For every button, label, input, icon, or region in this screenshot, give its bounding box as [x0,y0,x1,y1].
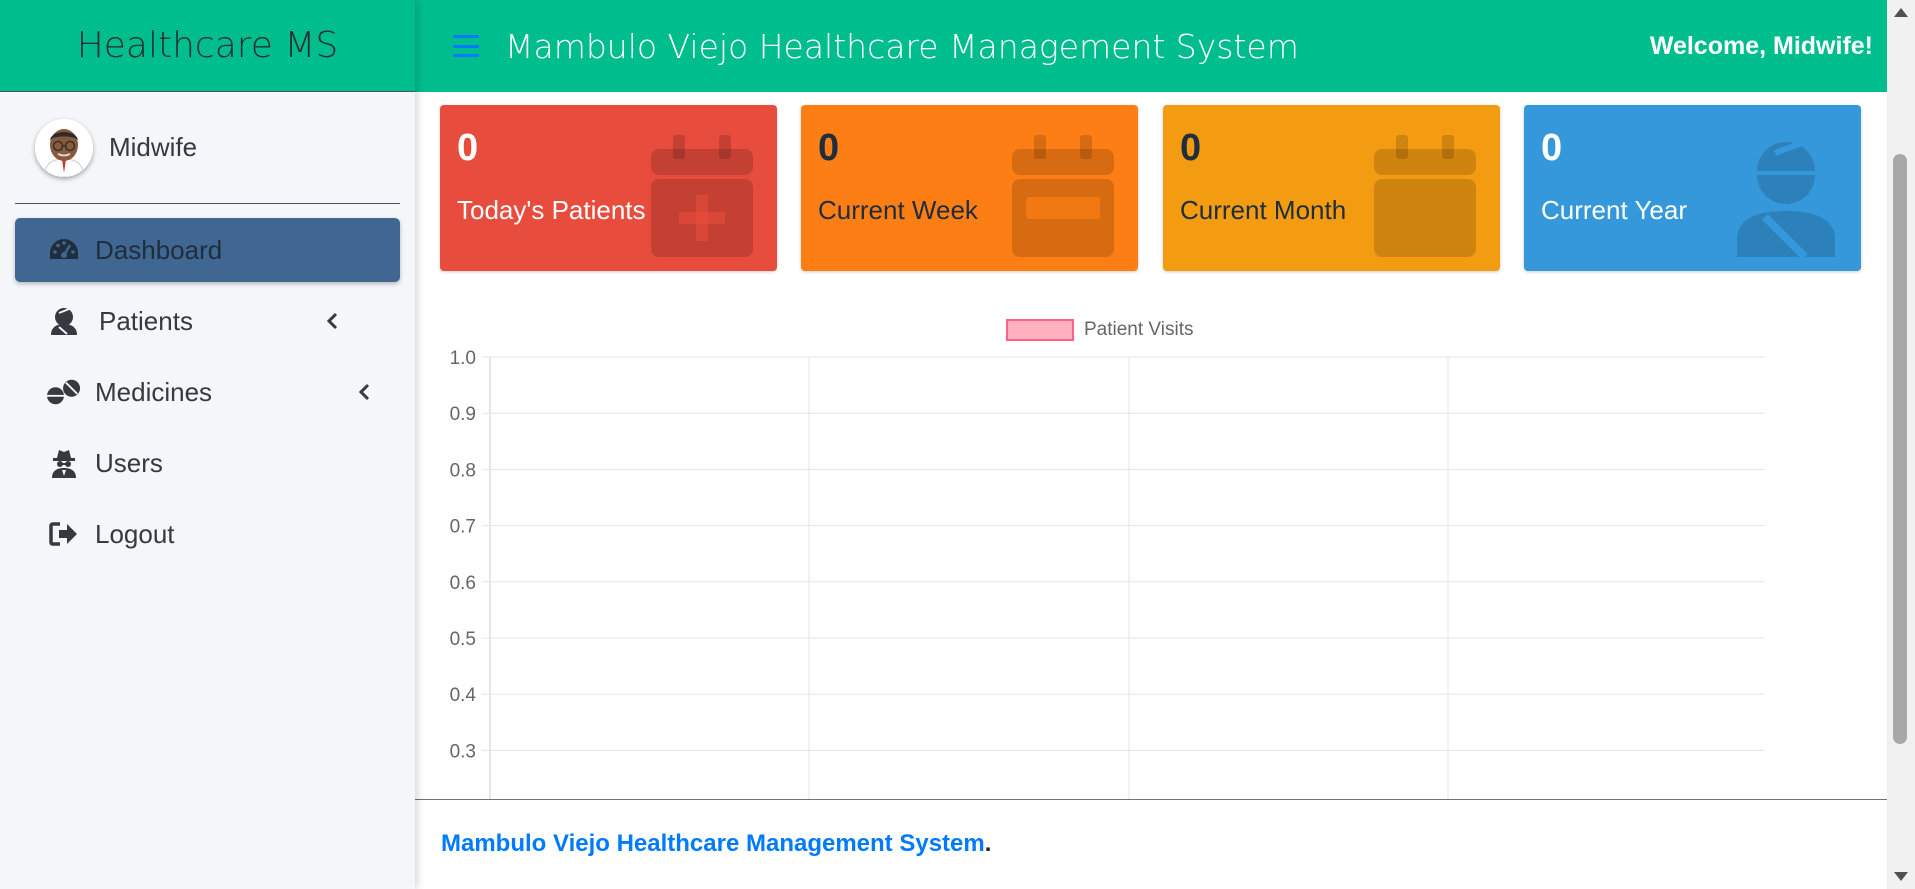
sidebar-item-label: Users [95,447,163,478]
stat-value: 0 [1180,127,1202,169]
stat-label: Today's Patients [457,195,646,225]
sidebar-item-logout[interactable]: Logout [15,502,400,566]
sidebar: Healthcare MS Midwife Dashboard Patients… [0,0,415,889]
y-tick-label: 0.6 [450,573,476,594]
sidebar-item-users[interactable]: Users [15,431,400,495]
sidebar-item-label: Patients [99,305,193,336]
sidebar-item-patients[interactable]: Patients [15,289,400,353]
y-tick-label: 0.8 [450,460,476,481]
y-tick-label: 1.0 [450,348,476,369]
chart-grid [482,356,1765,800]
stat-box-year[interactable]: 0 Current Year [1524,105,1861,271]
user-injured-icon [47,306,81,336]
chevron-left-icon[interactable] [325,306,339,337]
user-secret-icon [47,448,81,478]
scroll-up-arrow-icon[interactable] [1894,8,1908,17]
footer-divider [415,799,1887,800]
patient-visits-chart: 1.0 0.9 0.8 0.7 0.6 0.5 0.4 0.3 Patient Visits [450,319,1765,800]
brand-logo[interactable]: Healthcare MS [0,0,415,92]
user-injured-icon [1737,138,1835,257]
calendar-plus-icon [651,135,753,257]
y-tick-label: 0.9 [450,404,476,425]
user-panel: Midwife [15,92,400,204]
sidebar-item-label: Logout [95,518,175,549]
stat-value: 0 [818,127,840,169]
y-tick-label: 0.5 [450,629,476,650]
legend-label[interactable]: Patient Visits [1084,319,1193,340]
stat-label: Current Week [818,195,978,225]
stat-value: 0 [457,127,479,169]
legend-swatch[interactable] [1006,319,1074,341]
pills-icon [47,377,81,407]
stat-label: Current Year [1541,195,1687,225]
sidebar-nav: Dashboard Patients Medicines Users Logou… [0,218,415,566]
user-name[interactable]: Midwife [109,132,197,163]
footer: Mambulo Viejo Healthcare Management Syst… [441,830,991,858]
avatar [35,118,93,177]
y-tick-label: 0.4 [450,685,477,706]
y-tick-label: 0.3 [450,741,476,762]
hamburger-menu-icon[interactable] [453,35,479,57]
sign-out-icon [47,519,81,549]
y-tick-label: 0.7 [450,517,476,538]
top-navbar: Mambulo Viejo Healthcare Management Syst… [415,0,1887,92]
sidebar-item-dashboard[interactable]: Dashboard [15,218,400,282]
calendar-icon [1374,135,1476,257]
tachometer-icon [47,235,81,265]
page-title: Mambulo Viejo Healthcare Management Syst… [505,26,1299,66]
chevron-left-icon[interactable] [357,377,371,408]
calendar-week-icon [1012,135,1114,257]
stat-box-week[interactable]: 0 Current Week [801,105,1138,271]
stat-value: 0 [1541,127,1563,169]
sidebar-item-label: Medicines [95,376,213,407]
scroll-down-arrow-icon[interactable] [1894,872,1908,881]
page-scrollbar[interactable] [1887,0,1915,889]
footer-link[interactable]: Mambulo Viejo Healthcare Management Syst… [441,830,985,857]
sidebar-item-medicines[interactable]: Medicines [15,360,400,424]
stat-box-month[interactable]: 0 Current Month [1163,105,1500,271]
stat-label: Current Month [1180,195,1347,225]
stat-box-today[interactable]: 0 Today's Patients [440,105,777,271]
scrollbar-thumb[interactable] [1893,154,1907,744]
sidebar-item-label: Dashboard [95,234,223,265]
chart-y-ticks: 1.0 0.9 0.8 0.7 0.6 0.5 0.4 0.3 [450,348,477,762]
welcome-message: Welcome, Midwife! [1649,31,1873,60]
footer-suffix: . [984,830,992,857]
